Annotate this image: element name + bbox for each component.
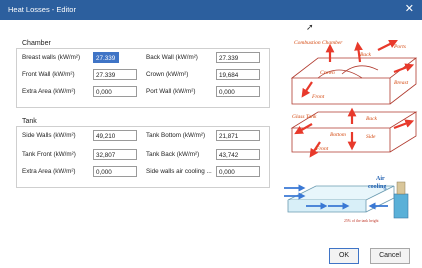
label-ports: Ports xyxy=(393,44,406,50)
arrow-down-icon xyxy=(301,81,313,98)
furnace-diagram: Combustion Chamber Crown Back Ports Brea… xyxy=(290,40,418,158)
label-tank-front: Front xyxy=(315,146,329,152)
label-glass-tank: Glass Tank xyxy=(292,114,317,120)
tank-back-input[interactable]: 43,742 xyxy=(216,149,260,160)
label-air: Air xyxy=(376,176,385,182)
label-back: Back xyxy=(360,52,372,58)
air-cooling-diagram: Air cooling 25% of the tank height xyxy=(284,176,409,223)
tank-group-label: Tank xyxy=(22,118,37,125)
front-wall-input[interactable]: 27.339 xyxy=(93,69,137,80)
chamber-group-label: Chamber xyxy=(22,40,51,47)
tank-extra-area-input[interactable]: 0,000 xyxy=(93,166,137,177)
label-combustion-chamber: Combustion Chamber xyxy=(294,40,343,46)
blower-body xyxy=(393,193,409,219)
chamber-extra-area-input[interactable]: 0,000 xyxy=(93,86,137,97)
side-walls-air-cooling-input[interactable]: 0,000 xyxy=(216,166,260,177)
tank-back-label: Tank Back (kW/m²) xyxy=(146,151,200,158)
back-wall-input[interactable]: 27.339 xyxy=(216,52,260,63)
tank-front-input[interactable]: 32,807 xyxy=(93,149,137,160)
close-icon[interactable]: ✕ xyxy=(405,3,414,15)
arrow-right-icon xyxy=(393,119,415,130)
label-bottom: Bottom xyxy=(330,132,346,138)
label-tank-back: Back xyxy=(366,116,378,122)
label-chamber-front: Front xyxy=(311,94,325,100)
crown-label: Crown (kW/m²) xyxy=(146,71,189,78)
label-cooling: cooling xyxy=(368,184,386,190)
window-title: Heat Losses - Editor xyxy=(8,5,76,14)
side-walls-air-cooling-label: Side walls air cooling ... xyxy=(146,168,212,175)
chamber-extra-area-label: Extra Area (kW/m²) xyxy=(22,88,76,95)
blower-top xyxy=(396,181,406,195)
label-breast: Breast xyxy=(394,80,409,86)
label-side: Side xyxy=(366,134,376,140)
tank-extra-area-label: Extra Area (kW/m²) xyxy=(22,168,76,175)
label-crown: Crown xyxy=(320,70,335,76)
side-walls-label: Side Walls (kW/m²) xyxy=(22,132,76,139)
port-wall-label: Port Wall (kW/m²) xyxy=(146,88,196,95)
tank-bottom-input[interactable]: 21,871 xyxy=(216,130,260,141)
crown-input[interactable]: 19,684 xyxy=(216,69,260,80)
tank-bottom-label: Tank Bottom (kW/m²) xyxy=(146,132,206,139)
back-wall-label: Back Wall (kW/m²) xyxy=(146,54,198,61)
breast-walls-label: Breast walls (kW/m²) xyxy=(22,54,81,61)
front-wall-label: Front Wall (kW/m²) xyxy=(22,71,75,78)
tank-front-label: Tank Front (kW/m²) xyxy=(22,151,76,158)
breast-walls-input[interactable]: 27.339 xyxy=(93,52,120,63)
arrow-right-icon xyxy=(393,63,415,74)
label-cooling-note: 25% of the tank height xyxy=(344,219,380,223)
cancel-button[interactable]: Cancel xyxy=(370,248,410,264)
side-walls-input[interactable]: 49,210 xyxy=(93,130,137,141)
ok-button[interactable]: OK xyxy=(329,248,359,264)
arrow-right-icon xyxy=(377,40,398,51)
title-bar: Heat Losses - Editor ✕ xyxy=(0,0,422,20)
port-wall-input[interactable]: 0,000 xyxy=(216,86,260,97)
